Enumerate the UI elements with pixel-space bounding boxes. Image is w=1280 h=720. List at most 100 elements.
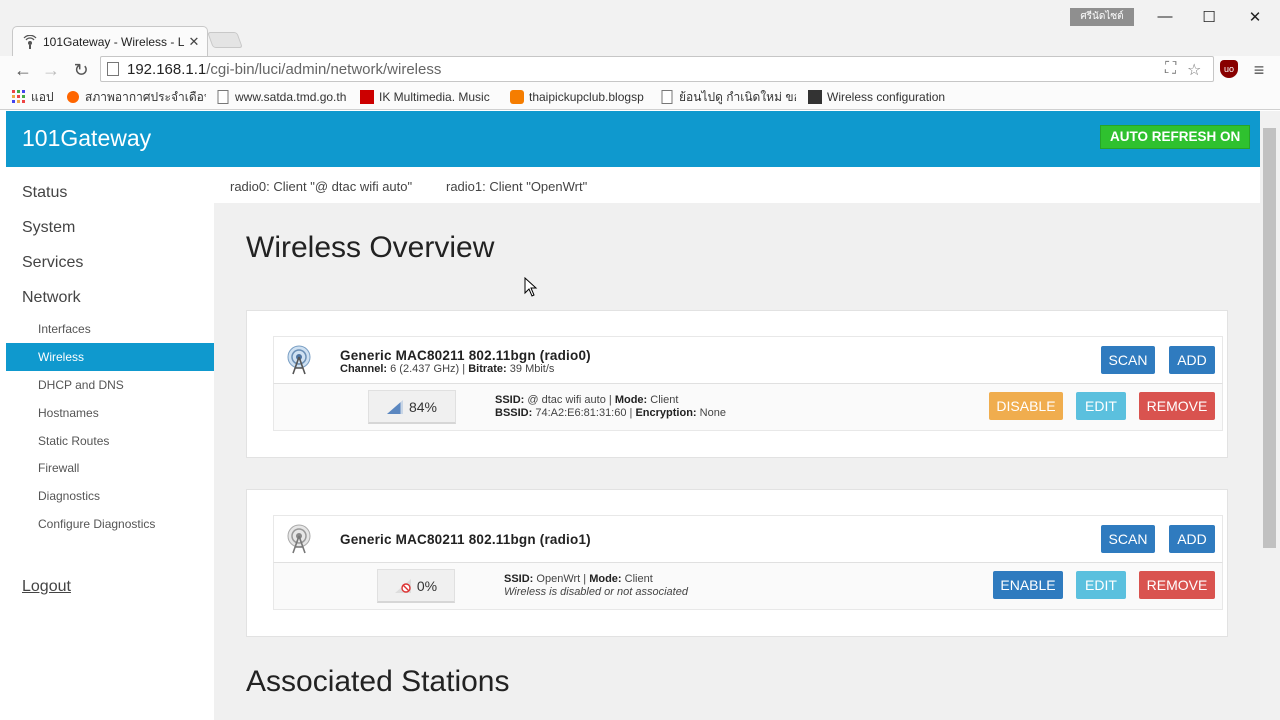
sidebar-item-network[interactable]: Network <box>22 289 81 307</box>
main-content: radio0: Client "@ dtac wifi auto" radio1… <box>214 167 1260 720</box>
scan-button[interactable]: SCAN <box>1101 525 1155 553</box>
sidebar-item-hostnames[interactable]: Hostnames <box>38 406 99 420</box>
device-channel-info: Channel: 6 (2.437 GHz) | Bitrate: 39 Mbi… <box>340 363 555 375</box>
ublock-extension-icon[interactable]: uo <box>1220 60 1238 78</box>
radio1-status: radio1: Client "OpenWrt" <box>446 179 588 194</box>
bookmark-wireless-config[interactable]: Wireless configuration <box>808 88 950 106</box>
translate-icon[interactable]: ⛶ <box>1165 60 1176 78</box>
remove-button[interactable]: REMOVE <box>1139 571 1215 599</box>
network-row: 84% SSID: @ dtac wifi auto | Mode: Clien… <box>273 383 1223 431</box>
signal-value: 0% <box>416 577 438 594</box>
device-header: Generic MAC80211 802.11bgn (radio0) Chan… <box>273 336 1223 384</box>
bookmark-label: ย้อนไปดู กำเนิดใหม่ ของเร <box>679 89 796 104</box>
blogger-icon <box>510 90 524 104</box>
sidebar-item-system[interactable]: System <box>22 219 75 237</box>
signal-strength: 84% <box>368 390 456 424</box>
minimize-icon[interactable]: — <box>1150 8 1180 30</box>
browser-menu-icon[interactable]: ≡ <box>1250 60 1268 81</box>
page-header: 101Gateway AUTO REFRESH ON <box>6 111 1260 167</box>
edit-button[interactable]: EDIT <box>1076 571 1126 599</box>
enable-button[interactable]: ENABLE <box>993 571 1063 599</box>
edit-button[interactable]: EDIT <box>1076 392 1126 420</box>
device-card-radio0: Generic MAC80211 802.11bgn (radio0) Chan… <box>246 310 1228 458</box>
close-window-icon[interactable]: ✕ <box>1240 8 1270 30</box>
sidebar-item-status[interactable]: Status <box>22 184 67 202</box>
bookmark-label: แอป <box>31 89 54 104</box>
new-tab-button[interactable] <box>207 32 243 48</box>
page-icon <box>217 90 229 104</box>
profile-badge[interactable]: ศรีนัดไซต์ <box>1070 8 1134 26</box>
page-icon <box>661 90 673 104</box>
sidebar: Status System Services Network Interface… <box>6 167 214 720</box>
scrollbar-thumb[interactable] <box>1263 128 1276 548</box>
device-header: Generic MAC80211 802.11bgn (radio1) SCAN… <box>273 515 1223 563</box>
wireless-antenna-icon <box>287 345 311 375</box>
bookmark-ik[interactable]: IK Multimedia. Music <box>360 88 498 106</box>
bookmark-label: www.satda.tmd.go.th <box>235 90 347 104</box>
bookmark-thaipickup[interactable]: thaipickupclub.blogsp <box>510 88 648 106</box>
disable-button[interactable]: DISABLE <box>989 392 1063 420</box>
bookmark-label: สภาพอากาศประจำเดือนนี้ <box>85 89 206 104</box>
wireless-antenna-disabled-icon <box>287 524 311 554</box>
bookmark-label: IK Multimedia. Music <box>379 90 490 104</box>
openwrt-icon <box>808 90 822 104</box>
forward-arrow-icon[interactable]: → <box>40 59 62 81</box>
mouse-cursor-icon <box>524 277 538 297</box>
bookmark-star-icon[interactable]: ☆ <box>1187 60 1201 80</box>
auto-refresh-toggle[interactable]: AUTO REFRESH ON <box>1100 125 1251 149</box>
sidebar-item-dhcp-dns[interactable]: DHCP and DNS <box>38 378 124 392</box>
sidebar-item-static-routes[interactable]: Static Routes <box>38 434 109 448</box>
radio0-status: radio0: Client "@ dtac wifi auto" <box>230 179 413 194</box>
reload-icon[interactable]: ↻ <box>70 59 92 81</box>
signal-strength: 0% <box>377 569 455 603</box>
maximize-icon[interactable]: ☐ <box>1194 8 1224 30</box>
bookmark-label: Wireless configuration <box>827 90 946 104</box>
browser-tab[interactable]: 101Gateway - Wireless - L ✕ <box>12 26 208 56</box>
add-button[interactable]: ADD <box>1169 525 1215 553</box>
sidebar-item-label: Wireless <box>38 350 85 364</box>
device-name: Generic MAC80211 802.11bgn (radio1) <box>340 532 591 547</box>
url-host: 192.168.1.1 <box>127 60 207 78</box>
radio-status-bar: radio0: Client "@ dtac wifi auto" radio1… <box>214 167 1260 203</box>
signal-bars-icon <box>386 399 403 414</box>
bookmark-apps[interactable]: แอป <box>12 88 60 106</box>
bookmark-thai-page[interactable]: ย้อนไปดู กำเนิดใหม่ ของเร <box>660 88 796 106</box>
signal-disabled-icon <box>394 578 411 593</box>
brand-title[interactable]: 101Gateway <box>22 125 151 152</box>
apps-grid-icon <box>12 90 25 103</box>
section-title-stations: Associated Stations <box>246 665 510 698</box>
sidebar-item-diagnostics[interactable]: Diagnostics <box>38 489 100 503</box>
ik-icon <box>360 90 374 104</box>
weather-icon <box>67 91 79 103</box>
sidebar-item-configure-diagnostics[interactable]: Configure Diagnostics <box>38 517 155 531</box>
page-viewport: 101Gateway AUTO REFRESH ON Status System… <box>6 111 1260 720</box>
url-path: /cgi-bin/luci/admin/network/wireless <box>206 60 442 78</box>
page-title: Wireless Overview <box>246 231 495 264</box>
bookmark-weather[interactable]: สภาพอากาศประจำเดือนนี้ <box>66 88 206 106</box>
tab-close-icon[interactable]: ✕ <box>185 34 203 50</box>
address-bar[interactable]: 192.168.1.1/cgi-bin/luci/admin/network/w… <box>100 56 1214 82</box>
scan-button[interactable]: SCAN <box>1101 346 1155 374</box>
logout-link[interactable]: Logout <box>22 578 71 596</box>
back-arrow-icon[interactable]: ← <box>12 59 34 81</box>
page-icon <box>107 62 119 76</box>
sidebar-item-interfaces[interactable]: Interfaces <box>38 322 91 336</box>
bookmarks-bar: แอป สภาพอากาศประจำเดือนนี้ www.satda.tmd… <box>0 84 1280 110</box>
sidebar-item-firewall[interactable]: Firewall <box>38 461 79 475</box>
network-info: SSID: OpenWrt | Mode: Client Wireless is… <box>504 573 688 598</box>
sidebar-item-services[interactable]: Services <box>22 254 83 272</box>
bookmark-satda[interactable]: www.satda.tmd.go.th <box>216 88 350 106</box>
device-name: Generic MAC80211 802.11bgn (radio0) <box>340 348 591 363</box>
sidebar-item-wireless[interactable]: Wireless <box>6 343 214 371</box>
remove-button[interactable]: REMOVE <box>1139 392 1215 420</box>
bookmark-label: thaipickupclub.blogsp <box>529 90 644 104</box>
device-card-radio1: Generic MAC80211 802.11bgn (radio1) SCAN… <box>246 489 1228 637</box>
signal-value: 84% <box>408 398 438 415</box>
add-button[interactable]: ADD <box>1169 346 1215 374</box>
network-status-text: Wireless is disabled or not associated <box>504 586 688 598</box>
network-info: SSID: @ dtac wifi auto | Mode: Client BS… <box>495 394 726 419</box>
wireless-favicon-icon <box>23 34 37 49</box>
network-row: 0% SSID: OpenWrt | Mode: Client Wireless… <box>273 562 1223 610</box>
tab-title: 101Gateway - Wireless - L <box>43 34 185 49</box>
browser-titlebar: 101Gateway - Wireless - L ✕ ศรีนัดไซต์ —… <box>0 0 1280 56</box>
